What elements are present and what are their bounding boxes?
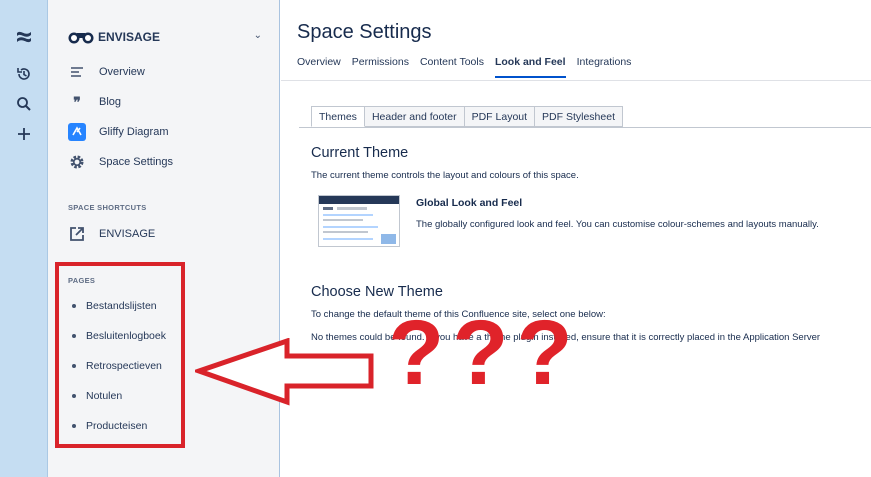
sidebar-item-label: Space Settings (99, 156, 173, 168)
question-marks-annotation: ??? (388, 302, 581, 404)
blog-quote-icon: ❞ (73, 93, 81, 110)
current-theme-description: The current theme controls the layout an… (311, 170, 579, 181)
tab-integrations[interactable]: Integrations (577, 56, 632, 78)
gliffy-icon (68, 123, 86, 141)
tab-look-and-feel[interactable]: Look and Feel (494, 56, 566, 78)
sidebar-item-space-settings[interactable]: Space Settings (68, 152, 173, 172)
tabs-divider (281, 80, 871, 81)
current-theme-heading: Current Theme (311, 145, 409, 161)
tab-content-tools[interactable]: Content Tools (420, 56, 484, 78)
space-shortcuts-title: SPACE SHORTCUTS (68, 203, 147, 212)
look-and-feel-subtabs: Themes Header and footer PDF Layout PDF … (311, 106, 623, 127)
external-link-icon (68, 225, 86, 243)
tab-overview[interactable]: Overview (297, 56, 341, 78)
space-header[interactable]: ENVISAGE ⌄ (68, 27, 268, 47)
subtab-header-and-footer[interactable]: Header and footer (364, 106, 465, 127)
pages-highlight-box (55, 262, 185, 448)
settings-tabs: Overview Permissions Content Tools Look … (297, 56, 642, 78)
subtabs-divider (299, 127, 871, 128)
overview-icon (68, 63, 86, 81)
sidebar-item-overview[interactable]: Overview (68, 62, 145, 82)
sidebar-item-gliffy[interactable]: Gliffy Diagram (68, 122, 168, 142)
sidebar-item-label: Gliffy Diagram (99, 126, 169, 138)
tab-permissions[interactable]: Permissions (352, 56, 409, 78)
left-arrow-annotation (195, 338, 374, 406)
global-nav-rail (0, 0, 48, 477)
create-icon[interactable] (14, 124, 34, 144)
theme-thumbnail (318, 195, 400, 247)
page-title: Space Settings (297, 21, 432, 43)
subtab-themes[interactable]: Themes (311, 106, 365, 127)
choose-theme-heading: Choose New Theme (311, 284, 443, 300)
sidebar-item-label: ENVISAGE (99, 228, 156, 240)
subtab-pdf-stylesheet[interactable]: PDF Stylesheet (535, 106, 623, 127)
confluence-logo-icon[interactable] (14, 27, 34, 47)
sidebar-item-label: Overview (99, 66, 145, 78)
sidebar-item-label: Blog (99, 96, 122, 108)
theme-name: Global Look and Feel (416, 197, 523, 209)
chevron-down-icon[interactable]: ⌄ (254, 30, 262, 41)
recent-icon[interactable] (14, 64, 34, 84)
sidebar-item-blog[interactable]: ❞ Blog (68, 92, 121, 112)
binoculars-icon (68, 29, 94, 45)
gear-icon (68, 153, 86, 171)
theme-description: The globally configured look and feel. Y… (416, 219, 819, 230)
sidebar-shortcut-envisage[interactable]: ENVISAGE (68, 224, 155, 244)
search-icon[interactable] (14, 94, 34, 114)
space-name: ENVISAGE (98, 30, 161, 44)
subtab-pdf-layout[interactable]: PDF Layout (464, 106, 536, 127)
